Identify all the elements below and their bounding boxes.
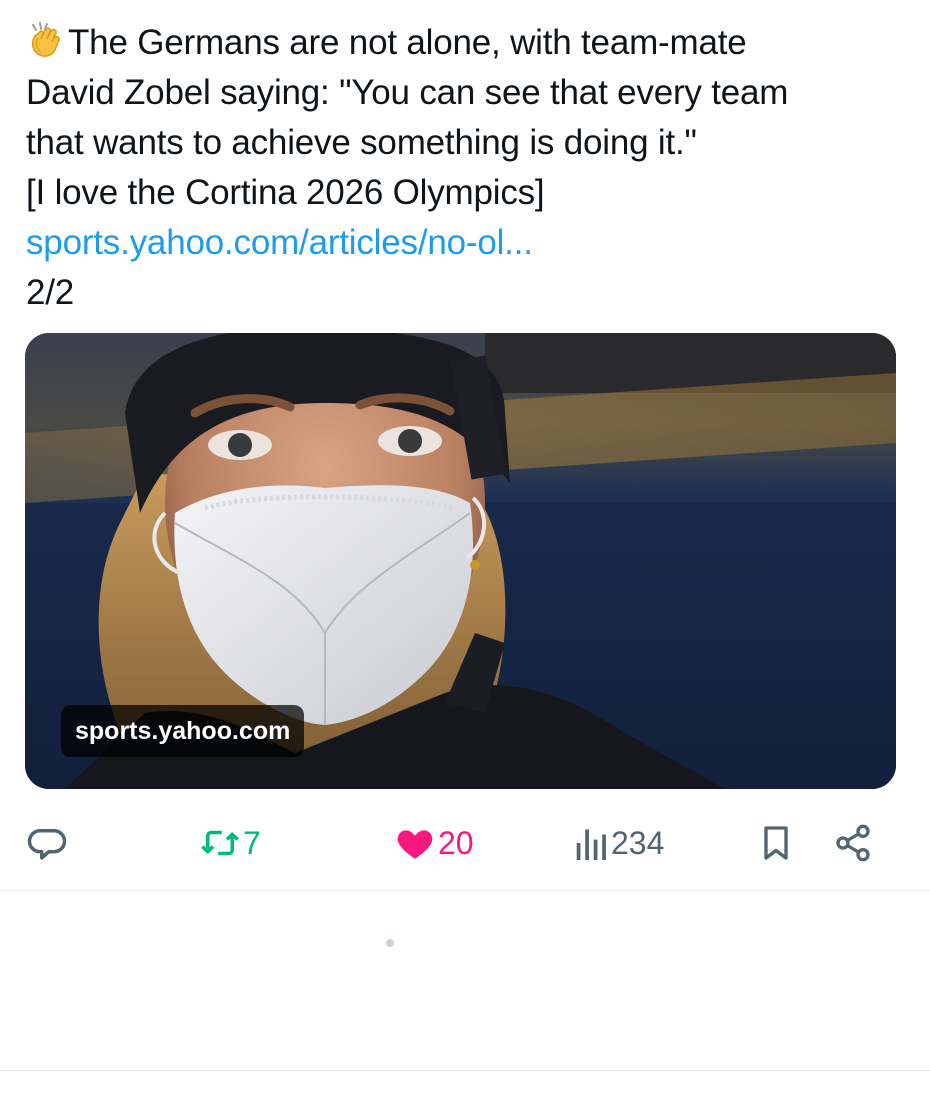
tweet-line-2: David Zobel saying: "You can see that ev… xyxy=(26,73,789,112)
views-button[interactable]: 234 xyxy=(575,815,664,871)
article-link[interactable]: sports.yahoo.com/articles/no-ol... xyxy=(26,218,906,268)
tweet-actions-bar: 7 20 234 xyxy=(0,815,930,871)
share-button[interactable] xyxy=(833,815,873,871)
bookmark-button[interactable] xyxy=(756,815,796,871)
like-button[interactable]: 20 xyxy=(394,815,474,871)
views-count: 234 xyxy=(611,825,665,861)
tweet-line-1-text: The Germans are not alone, with team-mat… xyxy=(68,23,747,62)
loading-indicator xyxy=(386,939,394,947)
share-icon xyxy=(836,824,870,862)
tweet-text: The Germans are not alone, with team-mat… xyxy=(26,18,906,318)
bookmark-icon xyxy=(764,826,788,860)
tweet-line-3: that wants to achieve something is doing… xyxy=(26,123,697,162)
tweet-line-1: The Germans are not alone, with team-mat… xyxy=(26,18,906,68)
divider xyxy=(0,890,930,891)
retweet-count: 7 xyxy=(243,825,261,861)
domain-badge: sports.yahoo.com xyxy=(61,705,305,757)
retweet-icon xyxy=(201,830,239,856)
tweet-line-4: [I love the Cortina 2026 Olympics] xyxy=(26,173,545,212)
clapping-hands-icon xyxy=(31,22,60,57)
reply-button[interactable] xyxy=(26,815,68,871)
divider xyxy=(0,1070,930,1071)
reply-icon xyxy=(27,829,67,860)
thread-position: 2/2 xyxy=(26,273,75,312)
heart-icon xyxy=(397,830,433,859)
views-icon xyxy=(576,829,606,860)
link-preview-card[interactable]: sports.yahoo.com xyxy=(25,333,896,789)
retweet-button[interactable]: 7 xyxy=(199,815,261,871)
like-count: 20 xyxy=(438,825,474,861)
